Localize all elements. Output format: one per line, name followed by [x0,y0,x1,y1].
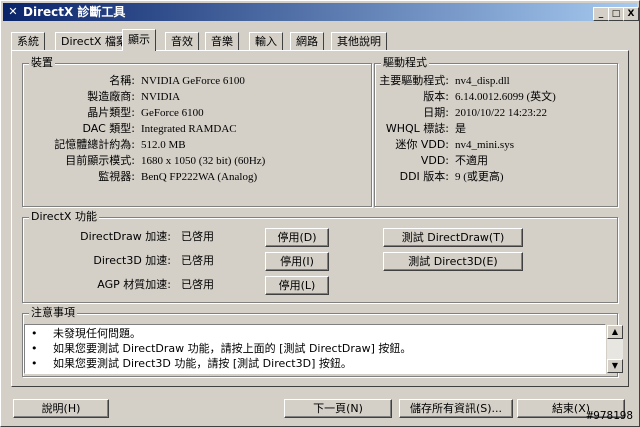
minimize-button[interactable]: _ [593,7,609,21]
direct3d-accel-label: Direct3D 加速: [93,254,171,267]
window-title: DirectX 診斷工具 [23,5,126,19]
test-directdraw-button[interactable]: 測試 DirectDraw(T) [383,228,523,247]
note-item: • 如果您要測試 DirectDraw 功能，請按上面的 [測試 DirectDr… [31,342,411,355]
driver-group: 驅動程式 主要驅動程式: nv4_disp.dll 版本: 6.14.0012.… [374,56,618,207]
device-name-value: NVIDIA GeForce 6100 [141,75,245,87]
monitor-value: BenQ FP222WA (Analog) [141,171,258,183]
main-driver-value: nv4_disp.dll [455,75,510,87]
watermark-text: #978198 [586,409,633,422]
note-item: • 未發現任何問題。 [31,327,141,340]
notes-scrollbar[interactable]: ▲ ▼ [607,325,623,373]
memory-value: 512.0 MB [141,139,186,151]
tab-sound[interactable]: 音效 [165,32,199,50]
main-driver-label: 主要驅動程式: [379,74,449,87]
direct3d-accel-status: 已啓用 [181,254,214,267]
note-item: • 如果您要測試 Direct3D 功能，請按 [測試 Direct3D] 按鈕。 [31,357,352,370]
device-group: 裝置 名稱: NVIDIA GeForce 6100 製造廠商: NVIDIA … [22,56,372,207]
directx-features-title: DirectX 功能 [29,210,99,224]
directdraw-accel-label: DirectDraw 加速: [80,230,171,243]
ddi-version-value: 9 (或更高) [455,171,504,183]
bullet-icon: • [31,357,38,370]
vdd-label: VDD: [420,154,449,167]
note-text: 如果您要測試 DirectDraw 功能，請按上面的 [測試 DirectDra… [53,342,412,355]
disable-directdraw-button[interactable]: 停用(D) [265,228,329,247]
help-button[interactable]: 說明(H) [13,399,109,418]
title-bar[interactable]: ✕ DirectX 診斷工具 _ □ X [3,3,639,21]
next-page-button[interactable]: 下一頁(N) [284,399,392,418]
mini-vdd-label: 迷你 VDD: [395,138,449,151]
directx-features-group: DirectX 功能 DirectDraw 加速: 已啓用 停用(D) 測試 D… [22,210,618,303]
driver-date-value: 2010/10/22 14:23:22 [455,107,547,119]
driver-date-label: 日期: [423,106,449,119]
directdraw-accel-status: 已啓用 [181,230,214,243]
notes-list[interactable]: • 未發現任何問題。 • 如果您要測試 DirectDraw 功能，請按上面的 [測… [24,324,623,374]
scroll-down-icon[interactable]: ▼ [607,359,623,373]
test-direct3d-button[interactable]: 測試 Direct3D(E) [383,252,523,271]
bullet-icon: • [31,327,38,340]
save-all-info-button[interactable]: 儲存所有資訊(S)... [399,399,513,418]
display-tab-panel: 裝置 名稱: NVIDIA GeForce 6100 製造廠商: NVIDIA … [11,50,629,387]
agp-accel-status: 已啓用 [181,278,214,291]
disable-direct3d-button[interactable]: 停用(I) [265,252,329,271]
bullet-icon: • [31,342,38,355]
driver-version-label: 版本: [423,90,449,103]
memory-label: 記憶體總計約為: [54,138,135,151]
manufacturer-value: NVIDIA [141,91,181,103]
agp-accel-label: AGP 材質加速: [97,278,171,291]
device-group-title: 裝置 [29,56,55,70]
device-name-label: 名稱: [109,74,135,87]
chip-type-value: GeForce 6100 [141,107,204,119]
notes-title: 注意事項 [29,306,77,320]
display-mode-label: 目前顯示模式: [65,154,135,167]
whql-value: 是 [455,123,466,135]
tab-music[interactable]: 音樂 [205,32,239,50]
maximize-button[interactable]: □ [608,7,624,21]
driver-version-value: 6.14.0012.6099 (英文) [455,91,556,103]
disable-agp-button[interactable]: 停用(L) [265,276,329,295]
chip-type-label: 晶片類型: [87,106,135,119]
tab-system[interactable]: 系統 [11,32,45,50]
display-mode-value: 1680 x 1050 (32 bit) (60Hz) [141,155,266,167]
note-text: 未發現任何問題。 [53,327,141,340]
tab-more-help[interactable]: 其他說明 [331,32,387,50]
scroll-up-icon[interactable]: ▲ [607,325,623,339]
dac-type-value: Integrated RAMDAC [141,123,237,135]
monitor-label: 監視器: [98,170,135,183]
directx-diagnostic-window: ✕ DirectX 診斷工具 _ □ X 系統 DirectX 檔案 顯示 音效… [0,0,640,427]
tab-display[interactable]: 顯示 [122,29,156,51]
vdd-value: 不適用 [455,155,488,167]
driver-group-title: 驅動程式 [381,56,429,70]
whql-label: WHQL 標誌: [385,122,449,135]
ddi-version-label: DDI 版本: [399,170,449,183]
dac-type-label: DAC 類型: [82,122,136,135]
manufacturer-label: 製造廠商: [87,90,135,103]
tab-network[interactable]: 網路 [290,32,324,50]
note-text: 如果您要測試 Direct3D 功能，請按 [測試 Direct3D] 按鈕。 [53,357,352,370]
mini-vdd-value: nv4_mini.sys [455,139,514,151]
close-button[interactable]: X [623,7,639,21]
directx-app-icon: ✕ [8,5,18,18]
tab-input[interactable]: 輸入 [249,32,283,50]
